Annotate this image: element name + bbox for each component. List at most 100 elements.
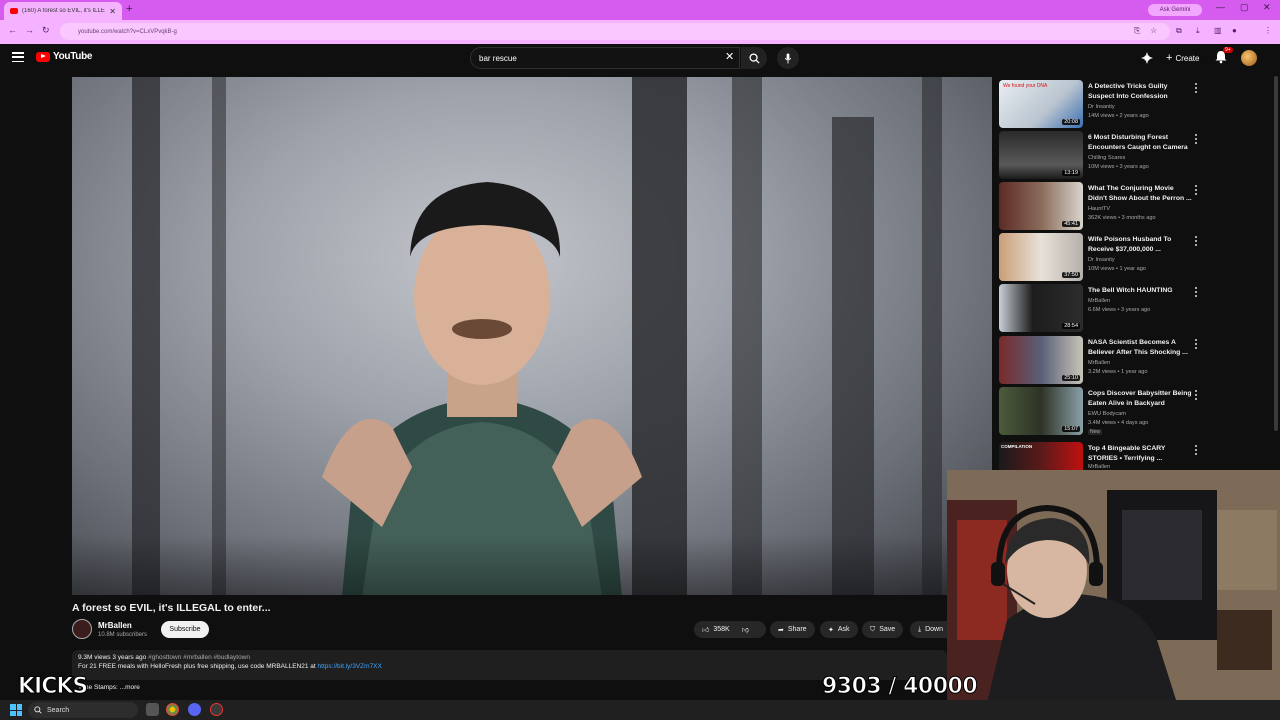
download-button[interactable]: ⤓ Down — [910, 621, 947, 638]
video-meta: 3.4M views • 4 days ago — [1088, 420, 1149, 426]
recommended-video[interactable]: COMPILATION Top 4 Bingeable SCARY STORIE… — [999, 442, 1209, 470]
forward-icon[interactable]: → — [25, 25, 34, 35]
more-actions-icon[interactable] — [1195, 287, 1198, 297]
channel-name: Dr Insanity — [1088, 104, 1115, 110]
video-title: A Detective Tricks Guilty Suspect Into C… — [1088, 83, 1168, 100]
more-actions-icon[interactable] — [1195, 236, 1198, 246]
search-value: bar rescue — [479, 53, 517, 63]
share-icon: ➦ — [778, 626, 784, 634]
window-close-icon[interactable]: ✕ — [1263, 2, 1271, 13]
search-icon — [34, 706, 42, 714]
install-app-icon[interactable]: ⎘ — [1134, 26, 1144, 36]
sidepanel-icon[interactable]: ▥ — [1214, 26, 1224, 36]
address-bar[interactable]: youtube.com/watch?v=CLxVPvqkB-g — [60, 23, 1170, 40]
description-link[interactable]: https://bit.ly/3VZm7XX — [318, 663, 382, 670]
video-thumbnail[interactable]: COMPILATION — [999, 442, 1083, 470]
task-view-icon[interactable] — [146, 703, 159, 716]
back-icon[interactable]: ← — [8, 25, 17, 35]
ask-button[interactable]: ✦ Ask — [820, 621, 858, 638]
video-thumbnail[interactable]: 28:54 — [999, 284, 1083, 332]
video-thumbnail[interactable]: 13:19 — [999, 131, 1083, 179]
thumbs-up-icon: 👍︎ — [702, 627, 710, 634]
subscriber-count: 10.8M subscribers — [98, 632, 148, 638]
notification-count-badge: 9+ — [1223, 47, 1233, 53]
stream-kicks-label: KICKS — [17, 674, 88, 700]
bookmark-star-icon[interactable]: ☆ — [1150, 26, 1160, 36]
save-button[interactable]: ⛉ Save — [862, 621, 904, 638]
account-avatar[interactable] — [1241, 50, 1257, 66]
chrome-icon[interactable] — [166, 703, 179, 716]
channel-name[interactable]: MrBallen — [98, 621, 132, 630]
more-actions-icon[interactable] — [1195, 339, 1198, 349]
sparkle-icon: ✦ — [828, 626, 834, 634]
windows-start-icon[interactable] — [10, 704, 22, 716]
dislike-button[interactable]: 👎︎ — [742, 625, 749, 634]
maximize-icon[interactable]: ▢ — [1240, 2, 1249, 13]
more-actions-icon[interactable] — [1195, 185, 1198, 195]
discord-icon[interactable] — [188, 703, 201, 716]
taskbar-search[interactable]: Search — [28, 702, 138, 718]
recommended-video[interactable]: We found your DNA 20:08 A Detective Tric… — [999, 80, 1209, 130]
minimize-icon[interactable]: — — [1216, 2, 1225, 12]
more-actions-icon[interactable] — [1195, 83, 1198, 93]
video-meta: 6.6M views • 3 years ago — [1088, 307, 1151, 313]
recommendations-sidebar: We found your DNA 20:08 A Detective Tric… — [999, 80, 1209, 470]
video-thumbnail[interactable]: 45:41 — [999, 182, 1083, 230]
video-meta: 362K views • 3 months ago — [1088, 215, 1156, 221]
like-button[interactable]: 👍︎ 358K — [702, 625, 730, 634]
share-button[interactable]: ➦ Share — [770, 621, 815, 638]
video-thumbnail[interactable]: We found your DNA 20:08 — [999, 80, 1083, 128]
video-thumbnail[interactable]: 25:10 — [999, 336, 1083, 384]
download-icon: ⤓ — [918, 625, 922, 633]
video-thumbnail[interactable]: 15:07 — [999, 387, 1083, 435]
downloads-icon[interactable]: ⤓ — [1196, 26, 1206, 36]
create-button[interactable]: + Create — [1160, 49, 1206, 67]
page-scrollbar[interactable] — [1274, 76, 1278, 431]
windows-taskbar: Search — [0, 700, 1280, 720]
video-player[interactable] — [72, 77, 992, 595]
video-title: What The Conjuring Movie Didn't Show Abo… — [1088, 185, 1192, 202]
connect-tv-icon[interactable] — [1141, 52, 1153, 64]
more-actions-icon[interactable] — [1195, 445, 1198, 455]
search-button[interactable] — [741, 47, 767, 69]
browser-menu-icon[interactable]: ⋮ — [1264, 26, 1274, 36]
video-frame-person — [322, 182, 642, 595]
description-more[interactable]: Time Stamps: ...more — [78, 684, 140, 691]
video-meta: 14M views • 2 years ago — [1088, 113, 1149, 119]
tab-close-icon[interactable]: ✕ — [109, 7, 116, 16]
reload-icon[interactable]: ↻ — [42, 25, 50, 36]
video-thumbnail[interactable]: 37:50 — [999, 233, 1083, 281]
ask-gemini-button[interactable]: Ask Gemini — [1148, 4, 1202, 16]
recommended-video[interactable]: 15:07 Cops Discover Babysitter Being Eat… — [999, 387, 1209, 437]
recommended-video[interactable]: 28:54 The Bell Witch HAUNTING MrBallen 6… — [999, 284, 1209, 334]
more-actions-icon[interactable] — [1195, 390, 1198, 400]
obs-icon[interactable] — [210, 703, 223, 716]
channel-avatar[interactable] — [72, 619, 92, 639]
browser-tab-youtube[interactable]: (160) A forest so EVIL, it's ILLEGAL... … — [4, 2, 122, 20]
channel-name: HauntTV — [1088, 206, 1111, 212]
subscribe-button[interactable]: Subscribe — [161, 621, 209, 638]
clear-search-icon[interactable]: ✕ — [725, 50, 734, 63]
stream-goal-counter: 9303 / 40000 — [821, 674, 978, 700]
webcam-overlay — [947, 470, 1280, 703]
more-actions-icon[interactable] — [1195, 134, 1198, 144]
tab-title: (160) A forest so EVIL, it's ILLEGAL... — [22, 8, 105, 14]
youtube-favicon-icon — [10, 8, 18, 14]
youtube-play-icon — [36, 51, 50, 62]
recommended-video[interactable]: 37:50 Wife Poisons Husband To Receive $3… — [999, 233, 1209, 283]
video-title: 6 Most Disturbing Forest Encounters Caug… — [1088, 134, 1188, 151]
recommended-video[interactable]: 45:41 What The Conjuring Movie Didn't Sh… — [999, 182, 1209, 232]
extensions-icon[interactable]: ⧉ — [1176, 26, 1186, 36]
webcam-streamer-image — [947, 470, 1280, 703]
recommended-video[interactable]: 25:10 NASA Scientist Becomes A Believer … — [999, 336, 1209, 386]
youtube-logo[interactable]: YouTube — [36, 51, 93, 62]
microphone-icon — [784, 52, 792, 64]
voice-search-button[interactable] — [777, 47, 799, 69]
hamburger-menu-icon[interactable] — [12, 52, 24, 62]
video-title: The Bell Witch HAUNTING — [1088, 287, 1173, 294]
profile-icon[interactable]: ● — [1232, 26, 1242, 36]
recommended-video[interactable]: 13:19 6 Most Disturbing Forest Encounter… — [999, 131, 1209, 181]
search-input[interactable]: bar rescue — [470, 47, 740, 69]
new-tab-icon[interactable]: + — [126, 3, 132, 15]
new-badge: New — [1088, 429, 1103, 435]
